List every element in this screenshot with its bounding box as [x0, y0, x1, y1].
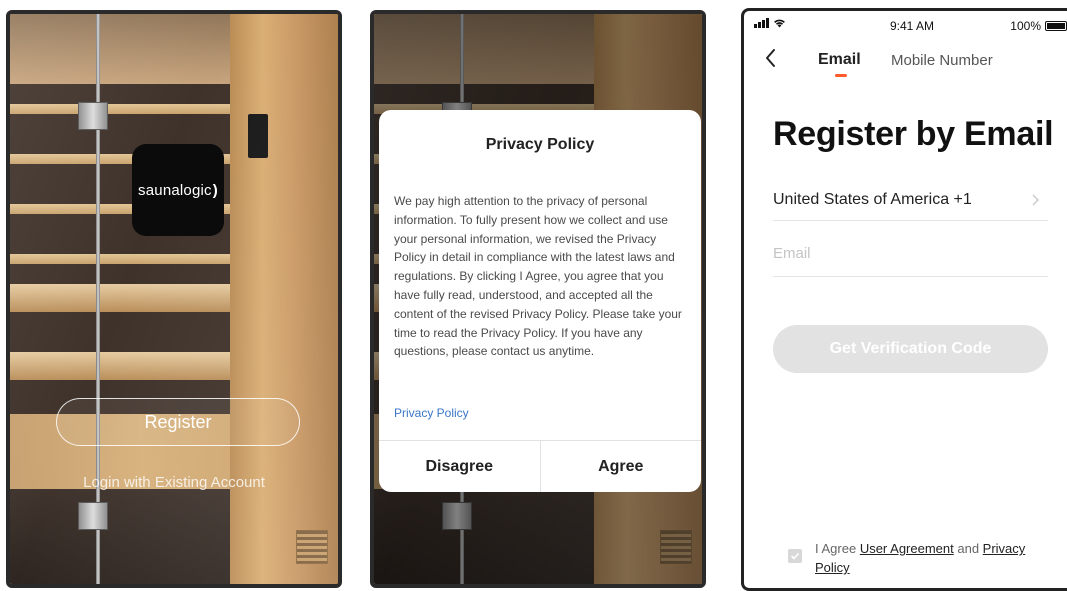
welcome-screen: saunalogic) Register Login with Existing…	[6, 10, 342, 588]
sauna-background-image	[10, 14, 338, 584]
agree-checkbox[interactable]	[788, 549, 802, 563]
country-selector[interactable]: United States of America +1	[773, 185, 1048, 221]
logo-mark: )	[212, 181, 218, 199]
get-verification-code-button[interactable]: Get Verification Code	[773, 325, 1048, 373]
agree-button[interactable]: Agree	[539, 441, 702, 492]
user-agreement-link[interactable]: User Agreement	[860, 541, 954, 556]
logo-text: saunalogic	[138, 181, 212, 199]
tab-mobile-number[interactable]: Mobile Number	[891, 52, 993, 69]
active-tab-indicator	[835, 74, 847, 77]
register-email-screen: 9:41 AM 100% Email Mobile Number Registe…	[741, 8, 1067, 591]
agreement-text: I Agree User Agreement and Privacy Polic…	[815, 539, 1048, 577]
agreement-and: and	[953, 541, 983, 556]
page-title: Register by Email	[773, 115, 1054, 153]
dialog-body-text: We pay high attention to the privacy of …	[394, 194, 682, 359]
battery-percent: 100%	[1010, 19, 1041, 33]
tab-email[interactable]: Email	[818, 51, 861, 69]
dialog-actions: Disagree Agree	[379, 440, 701, 492]
status-bar: 9:41 AM 100%	[744, 11, 1067, 37]
status-time: 9:41 AM	[890, 19, 935, 33]
login-existing-account-link[interactable]: Login with Existing Account	[10, 474, 338, 491]
saunalogic-logo: saunalogic)	[132, 144, 224, 236]
privacy-policy-screen: Privacy Policy We pay high attention to …	[370, 10, 706, 588]
privacy-policy-dialog: Privacy Policy We pay high attention to …	[379, 110, 701, 492]
dialog-title: Privacy Policy	[485, 136, 595, 153]
email-field[interactable]	[773, 245, 1048, 262]
battery-icon	[1045, 21, 1067, 31]
register-button[interactable]: Register	[56, 398, 300, 446]
signal-icon	[754, 18, 769, 28]
disagree-button[interactable]: Disagree	[379, 441, 540, 492]
chevron-right-icon	[1032, 194, 1039, 206]
email-field-row	[773, 241, 1048, 277]
country-value: United States of America +1	[773, 191, 972, 208]
agreement-prefix: I Agree	[815, 541, 860, 556]
back-chevron-icon[interactable]	[762, 47, 780, 69]
wifi-icon	[774, 19, 785, 28]
checkmark-icon	[790, 552, 800, 560]
privacy-policy-link[interactable]: Privacy Policy	[394, 406, 469, 420]
